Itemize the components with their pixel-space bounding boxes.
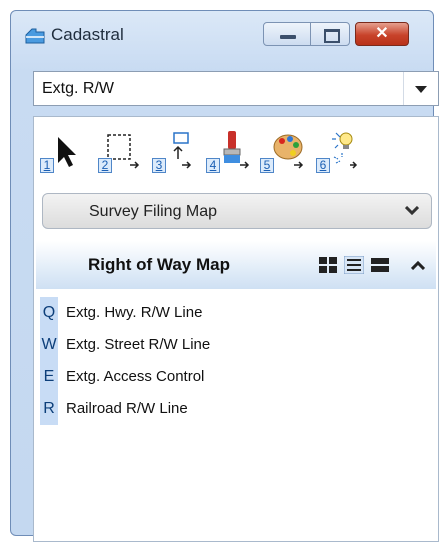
window-title: Cadastral <box>51 25 124 44</box>
chevron-up-icon[interactable] <box>411 260 425 270</box>
minimize-button[interactable] <box>263 22 311 46</box>
chevron-down-icon[interactable] <box>405 206 419 216</box>
item-label: Extg. Hwy. R/W Line <box>66 304 203 321</box>
list-item[interactable]: Q Extg. Hwy. R/W Line <box>34 297 438 329</box>
tool-5-button[interactable]: 5 <box>260 129 306 173</box>
tool-1-button[interactable]: 1 <box>40 129 86 173</box>
item-label: Extg. Street R/W Line <box>66 336 211 353</box>
tool-3-button[interactable]: 3 <box>152 129 198 173</box>
section-title: Right of Way Map <box>88 255 230 274</box>
tool-strip: 1 2 3 4 5 6 <box>34 117 438 185</box>
title-bar[interactable]: Cadastral ✕ <box>11 11 433 61</box>
list-item[interactable]: E Extg. Access Control <box>34 361 438 393</box>
section-title: Survey Filing Map <box>89 203 218 220</box>
minimize-icon <box>280 35 296 39</box>
close-button[interactable]: ✕ <box>355 22 409 46</box>
tool-2-number: 2 <box>98 158 112 173</box>
tool-6-button[interactable]: 6 <box>316 129 362 173</box>
tool-2-button[interactable]: 2 <box>98 129 144 173</box>
tool-6-number: 6 <box>316 158 330 173</box>
feature-definition-combo[interactable]: Extg. R/W <box>33 71 439 106</box>
hotkey-badge: W <box>40 329 58 361</box>
icon-view-grid-icon[interactable] <box>318 256 338 274</box>
dropdown-arrow-icon[interactable] <box>403 72 438 105</box>
right-of-way-map-section-header[interactable]: Right of Way Map <box>36 241 436 289</box>
tool-list: Q Extg. Hwy. R/W Line W Extg. Street R/W… <box>34 297 438 425</box>
maximize-icon <box>324 29 340 43</box>
tool-5-number: 5 <box>260 158 274 173</box>
detail-view-icon[interactable] <box>370 256 390 274</box>
list-item[interactable]: R Railroad R/W Line <box>34 393 438 425</box>
hotkey-badge: R <box>40 393 58 425</box>
survey-filing-map-section[interactable]: Survey Filing Map <box>42 193 432 229</box>
cadastral-window: Cadastral ✕ Extg. R/W 1 2 3 4 5 6 Survey… <box>10 10 439 542</box>
tool-3-number: 3 <box>152 158 166 173</box>
tool-1-number: 1 <box>40 158 54 173</box>
combo-selected-value: Extg. R/W <box>42 80 115 97</box>
item-label: Railroad R/W Line <box>66 400 188 417</box>
list-view-icon[interactable] <box>344 256 364 274</box>
tool-4-button[interactable]: 4 <box>206 129 252 173</box>
maximize-button[interactable] <box>310 22 350 46</box>
tool-4-number: 4 <box>206 158 220 173</box>
item-label: Extg. Access Control <box>66 368 205 385</box>
hotkey-badge: Q <box>40 297 58 329</box>
hotkey-badge: E <box>40 361 58 393</box>
tool-panel: 1 2 3 4 5 6 Survey Filing Map Right of W… <box>33 116 439 542</box>
close-icon: ✕ <box>375 25 389 42</box>
cadastral-app-icon <box>25 28 45 44</box>
list-item[interactable]: W Extg. Street R/W Line <box>34 329 438 361</box>
